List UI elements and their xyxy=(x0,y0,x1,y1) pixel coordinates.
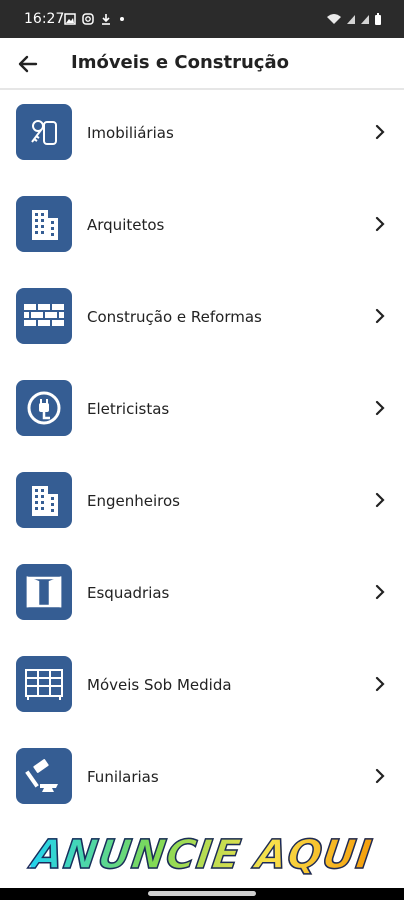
image-icon xyxy=(64,13,76,25)
status-time: 16:27 xyxy=(24,11,65,27)
app-bar: Imóveis e Construção xyxy=(0,38,404,90)
category-label: Móveis Sob Medida xyxy=(87,676,232,694)
chevron-right-icon xyxy=(375,676,385,692)
page-title: Imóveis e Construção xyxy=(71,52,289,73)
ad-banner-text: ANUNCIE AQUI xyxy=(28,831,376,879)
wifi-icon xyxy=(327,14,341,24)
signal-icon xyxy=(361,15,369,24)
hammer-anvil-icon xyxy=(16,748,72,804)
chevron-right-icon xyxy=(375,216,385,232)
chevron-right-icon xyxy=(375,768,385,784)
dot-icon xyxy=(120,17,124,21)
chevron-right-icon xyxy=(375,400,385,416)
plug-icon xyxy=(16,380,72,436)
signal-icon xyxy=(347,15,355,24)
chevron-right-icon xyxy=(375,124,385,140)
cabinet-icon xyxy=(16,656,72,712)
category-item-funilarias[interactable]: Funilarias xyxy=(0,736,404,816)
chevron-right-icon xyxy=(375,584,385,600)
category-label: Engenheiros xyxy=(87,492,180,510)
status-system-icons xyxy=(326,13,382,25)
category-label: Esquadrias xyxy=(87,584,170,602)
back-button[interactable] xyxy=(14,50,42,78)
system-nav-bar xyxy=(0,888,404,900)
keys-icon xyxy=(16,104,72,160)
status-notification-icons xyxy=(64,13,126,25)
category-item-eletricistas[interactable]: Eletricistas xyxy=(0,368,404,448)
ad-banner[interactable]: ANUNCIE AQUI xyxy=(0,822,404,888)
category-label: Construção e Reformas xyxy=(87,308,262,326)
category-label: Eletricistas xyxy=(87,400,170,418)
brick-wall-icon xyxy=(16,288,72,344)
building-icon xyxy=(16,472,72,528)
battery-icon xyxy=(375,13,381,25)
category-label: Imobiliárias xyxy=(87,124,174,142)
category-item-engenheiros[interactable]: Engenheiros xyxy=(0,460,404,540)
window-icon xyxy=(16,564,72,620)
arrow-left-icon xyxy=(18,55,38,73)
download-icon xyxy=(102,14,110,25)
building-icon xyxy=(16,196,72,252)
category-item-construcao-reformas[interactable]: Construção e Reformas xyxy=(0,276,404,356)
category-label: Arquitetos xyxy=(87,216,165,234)
category-item-arquitetos[interactable]: Arquitetos xyxy=(0,184,404,264)
category-item-esquadrias[interactable]: Esquadrias xyxy=(0,552,404,632)
category-item-moveis-sob-medida[interactable]: Móveis Sob Medida xyxy=(0,644,404,724)
category-item-imobiliarias[interactable]: Imobiliárias xyxy=(0,92,404,172)
chevron-right-icon xyxy=(375,308,385,324)
status-bar: 16:27 xyxy=(0,0,404,38)
instagram-icon xyxy=(82,13,94,25)
home-gesture-handle[interactable] xyxy=(148,891,256,896)
chevron-right-icon xyxy=(375,492,385,508)
category-label: Funilarias xyxy=(87,768,159,786)
